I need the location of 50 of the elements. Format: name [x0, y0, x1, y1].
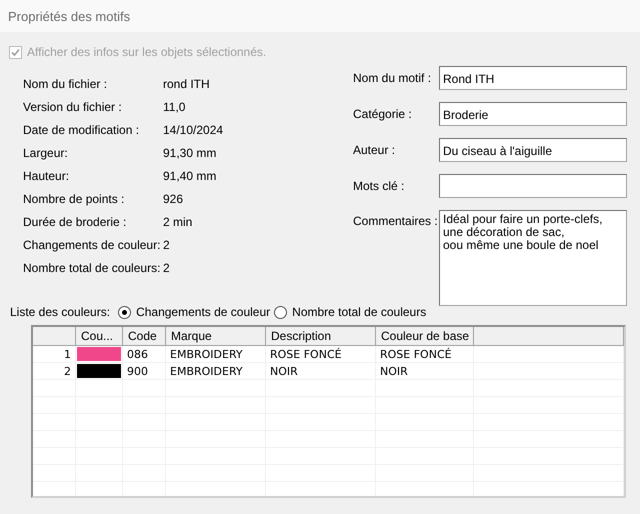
info-value: 926	[163, 192, 184, 206]
table-cell: NOIR	[376, 363, 474, 379]
info-label: Version du fichier :	[23, 100, 123, 114]
info-value: 91,30 mm	[163, 146, 218, 160]
color-list-label: Liste des couleurs:	[10, 305, 110, 319]
table-cell: NOIR	[266, 363, 376, 379]
info-value: 11,0	[163, 100, 186, 114]
info-value: 2 min	[163, 214, 194, 228]
column-header[interactable]: Marque	[166, 327, 266, 345]
table-cell: ROSE FONCÉ	[266, 346, 376, 362]
info-label: Largeur:	[23, 146, 69, 160]
info-label: Date de modification :	[23, 122, 140, 136]
radio-button[interactable]	[118, 306, 132, 318]
table-cell: 086	[123, 346, 166, 362]
field-label: Catégorie :	[353, 107, 413, 121]
info-value: rond ITH	[163, 76, 211, 90]
info-label: Nombre total de couleurs:	[23, 260, 162, 274]
info-label: Durée de broderie :	[23, 214, 128, 228]
info-value: 91,40 mm	[163, 168, 218, 182]
info-value: 2	[163, 238, 171, 252]
info-label: Nom du fichier :	[23, 76, 108, 90]
info-value: 14/10/2024	[163, 122, 224, 136]
radio-label: Changements de couleur	[136, 305, 270, 319]
table-cell: 900	[123, 363, 166, 379]
field-label: Commentaires :	[353, 214, 439, 228]
comments-field[interactable]: Idéal pour faire un porte-clefs, une décoration de sac, oou même une boule de noel	[439, 210, 627, 306]
field-label: Auteur :	[353, 143, 396, 157]
radio-label: Nombre total de couleurs	[292, 305, 426, 319]
input-field[interactable]: Broderie	[439, 102, 627, 126]
table-cell: EMBROIDERY	[166, 346, 266, 362]
row-number: 2	[33, 363, 76, 379]
input-field[interactable]: Rond ITH	[439, 66, 627, 90]
column-header[interactable]: Couleur de base	[376, 327, 474, 345]
info-value: 2	[163, 260, 171, 274]
column-header[interactable]: Description	[266, 327, 376, 345]
checkbox-label: Afficher des infos sur les objets sélectionnés.	[27, 45, 266, 59]
row-number: 1	[33, 346, 76, 362]
input-field[interactable]: Du ciseau à l'aiguille	[439, 138, 627, 162]
column-header[interactable]: Code	[123, 327, 166, 345]
table-cell: EMBROIDERY	[166, 363, 266, 379]
radio-button[interactable]	[274, 306, 288, 318]
field-label: Mots clé :	[353, 179, 406, 193]
input-field[interactable]	[439, 174, 627, 198]
info-label: Nombre de points :	[23, 192, 126, 206]
table-cell: ROSE FONCÉ	[376, 346, 474, 362]
info-label: Hauteur:	[23, 168, 70, 182]
column-header[interactable]: Cou...	[76, 327, 123, 345]
field-label: Nom du motif :	[353, 71, 432, 85]
info-label: Changements de couleur:	[23, 238, 162, 252]
window-title: Propriétés des motifs	[8, 8, 130, 24]
